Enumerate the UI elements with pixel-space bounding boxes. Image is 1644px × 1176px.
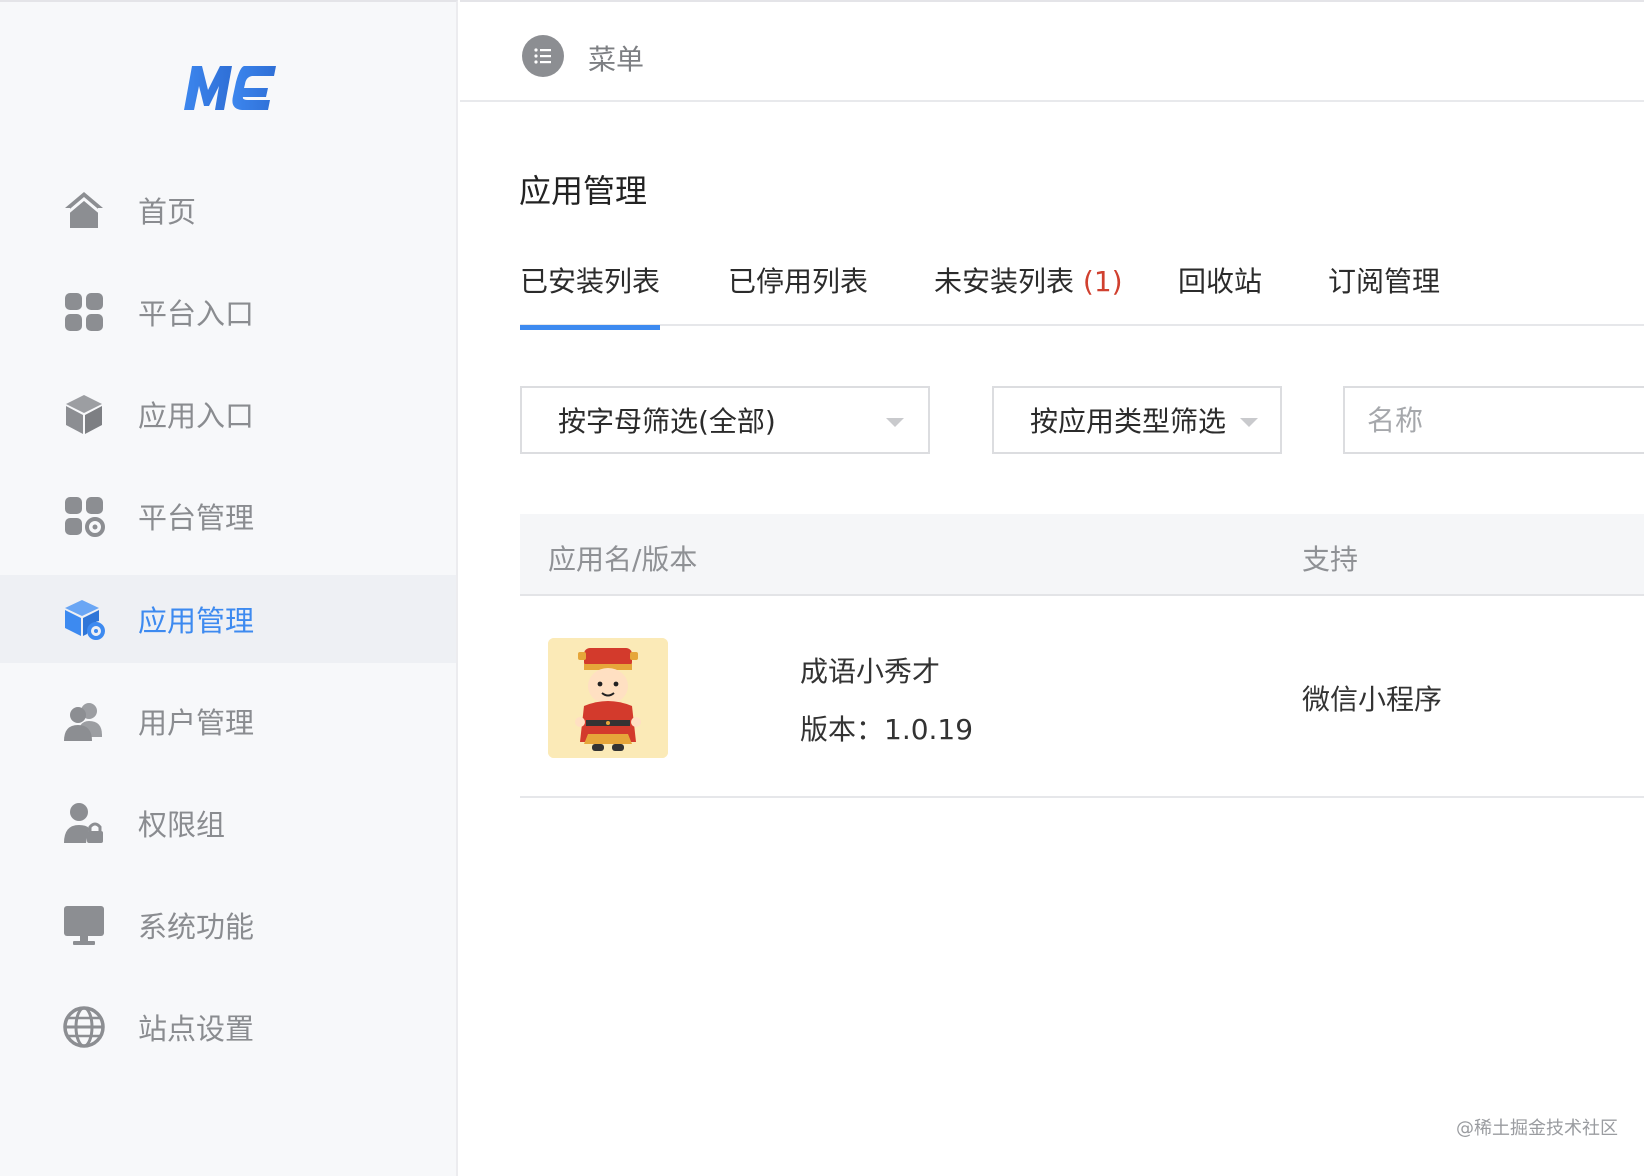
letter-filter-select[interactable]: 按字母筛选(全部) [520, 386, 930, 454]
sidebar-item-platform-entry[interactable]: 平台入口 [0, 268, 456, 356]
monitor-icon [60, 901, 108, 949]
top-bar: 菜单 [460, 0, 1644, 102]
watermark: @稀土掘金技术社区 [1456, 1118, 1618, 1139]
sidebar-item-users[interactable]: 用户管理 [0, 677, 456, 765]
active-tab-indicator [520, 325, 660, 330]
tab-label: 未安装列表 [934, 265, 1075, 298]
app-thumbnail[interactable] [548, 638, 668, 758]
tab-count-badge: (1) [1082, 265, 1123, 298]
cube-icon [60, 390, 108, 438]
tab-label: 已停用列表 [728, 265, 869, 298]
tab-recycle-bin[interactable]: 回收站 [1178, 260, 1262, 300]
home-icon [60, 186, 108, 234]
tab-disabled[interactable]: 已停用列表 [728, 260, 868, 300]
sidebar-item-label: 平台管理 [138, 501, 255, 535]
app-version: 版本：1.0.19 [800, 713, 974, 746]
app-page: 首页 平台入口 应用入口 平台管理 应用管理 用户管理 权限组 系统功能 站点设… [0, 0, 1644, 1176]
tab-not-installed[interactable]: 未安装列表 (1) [934, 260, 1123, 300]
tab-bar: 已安装列表 已停用列表 未安装列表 (1) 回收站 订阅管理 [520, 250, 1644, 330]
type-filter-value: 按应用类型筛选 [1030, 405, 1227, 438]
globe-icon [60, 1003, 108, 1051]
sidebar-item-label: 用户管理 [138, 706, 255, 740]
sidebar-item-label: 应用入口 [138, 399, 255, 433]
sidebar-item-label: 系统功能 [138, 910, 255, 944]
tab-subscriptions[interactable]: 订阅管理 [1328, 260, 1440, 300]
column-header-name: 应用名/版本 [548, 543, 698, 576]
name-search-input[interactable] [1343, 386, 1644, 454]
list-icon[interactable] [522, 35, 564, 77]
grid-icon [60, 288, 108, 336]
sidebar-item-platform-admin[interactable]: 平台管理 [0, 472, 456, 560]
sidebar-item-label: 首页 [138, 195, 197, 229]
sidebar-item-permissions[interactable]: 权限组 [0, 779, 456, 867]
type-filter-select[interactable]: 按应用类型筛选 [992, 386, 1282, 454]
tab-installed[interactable]: 已安装列表 [520, 260, 661, 330]
sidebar-item-system[interactable]: 系统功能 [0, 881, 456, 969]
sidebar-item-label: 权限组 [138, 808, 226, 842]
letter-filter-value: 按字母筛选(全部) [558, 405, 776, 438]
app-support-platform: 微信小程序 [1302, 683, 1443, 716]
sidebar: 首页 平台入口 应用入口 平台管理 应用管理 用户管理 权限组 系统功能 站点设… [0, 0, 458, 1176]
column-header-support: 支持 [1302, 543, 1359, 576]
sidebar-item-app-entry[interactable]: 应用入口 [0, 370, 456, 458]
app-name[interactable]: 成语小秀才 [800, 650, 940, 690]
sidebar-item-home[interactable]: 首页 [0, 166, 456, 254]
sidebar-item-label: 站点设置 [138, 1012, 255, 1046]
cube-gear-icon [60, 595, 108, 643]
table-header: 应用名/版本 支持 [520, 514, 1644, 596]
me-logo[interactable] [178, 60, 282, 116]
grid-gear-icon [60, 492, 108, 540]
chevron-down-icon [886, 418, 904, 427]
sidebar-item-label: 平台入口 [138, 297, 255, 331]
menu-label[interactable]: 菜单 [588, 38, 644, 78]
user-lock-icon [60, 799, 108, 847]
tab-label: 订阅管理 [1328, 265, 1441, 298]
chevron-down-icon [1240, 418, 1258, 427]
tab-label: 已安装列表 [520, 265, 661, 298]
sidebar-item-label: 应用管理 [138, 604, 255, 638]
sidebar-item-app-admin[interactable]: 应用管理 [0, 575, 456, 663]
tab-label: 回收站 [1178, 265, 1263, 298]
users-icon [60, 697, 108, 745]
page-title: 应用管理 [519, 172, 648, 210]
table-row[interactable]: 成语小秀才 版本：1.0.19 微信小程序 [520, 598, 1644, 798]
sidebar-item-site-settings[interactable]: 站点设置 [0, 983, 456, 1071]
